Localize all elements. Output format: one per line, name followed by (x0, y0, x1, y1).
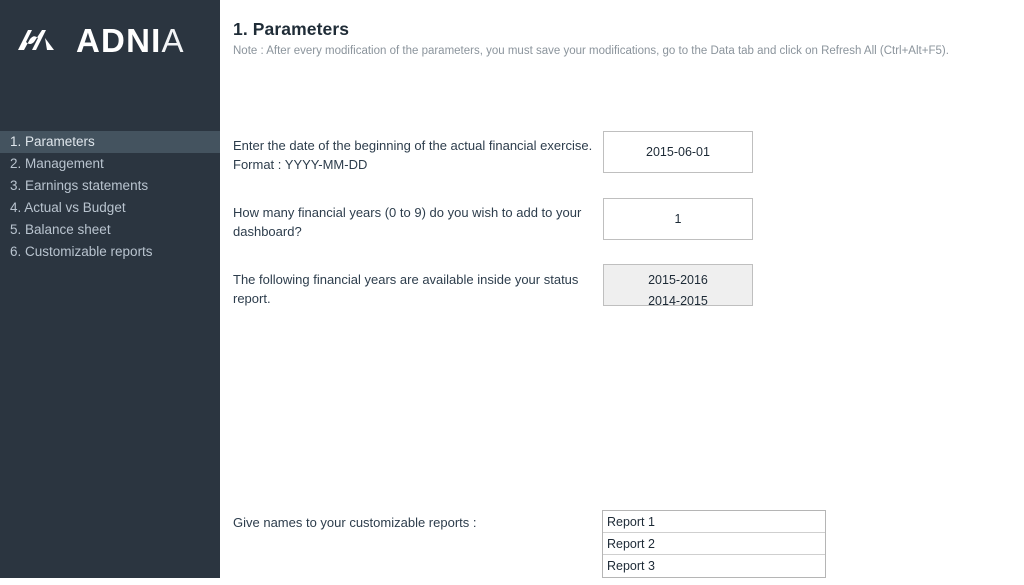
app-logo: ADNIA (0, 0, 220, 80)
logo-wordmark-light: A (161, 21, 185, 59)
years-list-label: The following financial years are availa… (233, 270, 601, 308)
sidebar-item-actual-vs-budget[interactable]: 4. Actual vs Budget (0, 197, 220, 219)
sidebar-item-balance-sheet[interactable]: 5. Balance sheet (0, 219, 220, 241)
sidebar-item-parameters[interactable]: 1. Parameters (0, 131, 220, 153)
report-name-input-1[interactable]: Report 1 (603, 511, 825, 533)
years-list-label-line2: report. (233, 291, 271, 306)
years-count-label-line1: How many financial years (0 to 9) do you… (233, 205, 582, 220)
years-list-label-line1: The following financial years are availa… (233, 272, 579, 287)
available-year-value: 2014-2015 (648, 294, 708, 308)
reports-label: Give names to your customizable reports … (233, 515, 477, 530)
sidebar-item-label: 6. Customizable reports (10, 244, 153, 259)
sidebar-item-label: 2. Management (10, 156, 104, 171)
years-count-label: How many financial years (0 to 9) do you… (233, 203, 601, 241)
date-input[interactable]: 2015-06-01 (603, 131, 753, 173)
years-count-label-line2: dashboard? (233, 224, 302, 239)
sidebar-item-label: 3. Earnings statements (10, 178, 149, 193)
sidebar-nav: 1. Parameters 2. Management 3. Earnings … (0, 131, 220, 263)
report-name-input-2[interactable]: Report 2 (603, 533, 825, 555)
sidebar-item-label: 1. Parameters (10, 134, 95, 149)
sidebar-item-label: 4. Actual vs Budget (10, 200, 126, 215)
available-years-list: 2015-2016 2014-2015 (603, 264, 753, 308)
available-year-value: 2015-2016 (648, 273, 708, 287)
sidebar: ADNIA 1. Parameters 2. Management 3. Ear… (0, 0, 220, 578)
main-content: 1. Parameters Note : After every modific… (220, 0, 1024, 585)
date-label-line1: Enter the date of the beginning of the a… (233, 138, 593, 153)
sidebar-item-label: 5. Balance sheet (10, 222, 111, 237)
adnia-monogram-icon (18, 30, 54, 50)
sidebar-item-customizable-reports[interactable]: 6. Customizable reports (0, 241, 220, 263)
date-label-line2: Format : YYYY-MM-DD (233, 157, 368, 172)
sidebar-item-management[interactable]: 2. Management (0, 153, 220, 175)
report-names-group: Report 1 Report 2 Report 3 (602, 510, 826, 578)
page-note: Note : After every modification of the p… (233, 45, 949, 57)
date-label: Enter the date of the beginning of the a… (233, 136, 601, 174)
logo-wordmark-bold: ADNI (76, 21, 162, 59)
sidebar-item-earnings-statements[interactable]: 3. Earnings statements (0, 175, 220, 197)
page-title: 1. Parameters (233, 19, 350, 39)
years-count-input[interactable]: 1 (603, 198, 753, 240)
logo-wordmark: ADNIA (76, 24, 185, 57)
report-name-input-3[interactable]: Report 3 (603, 555, 825, 577)
